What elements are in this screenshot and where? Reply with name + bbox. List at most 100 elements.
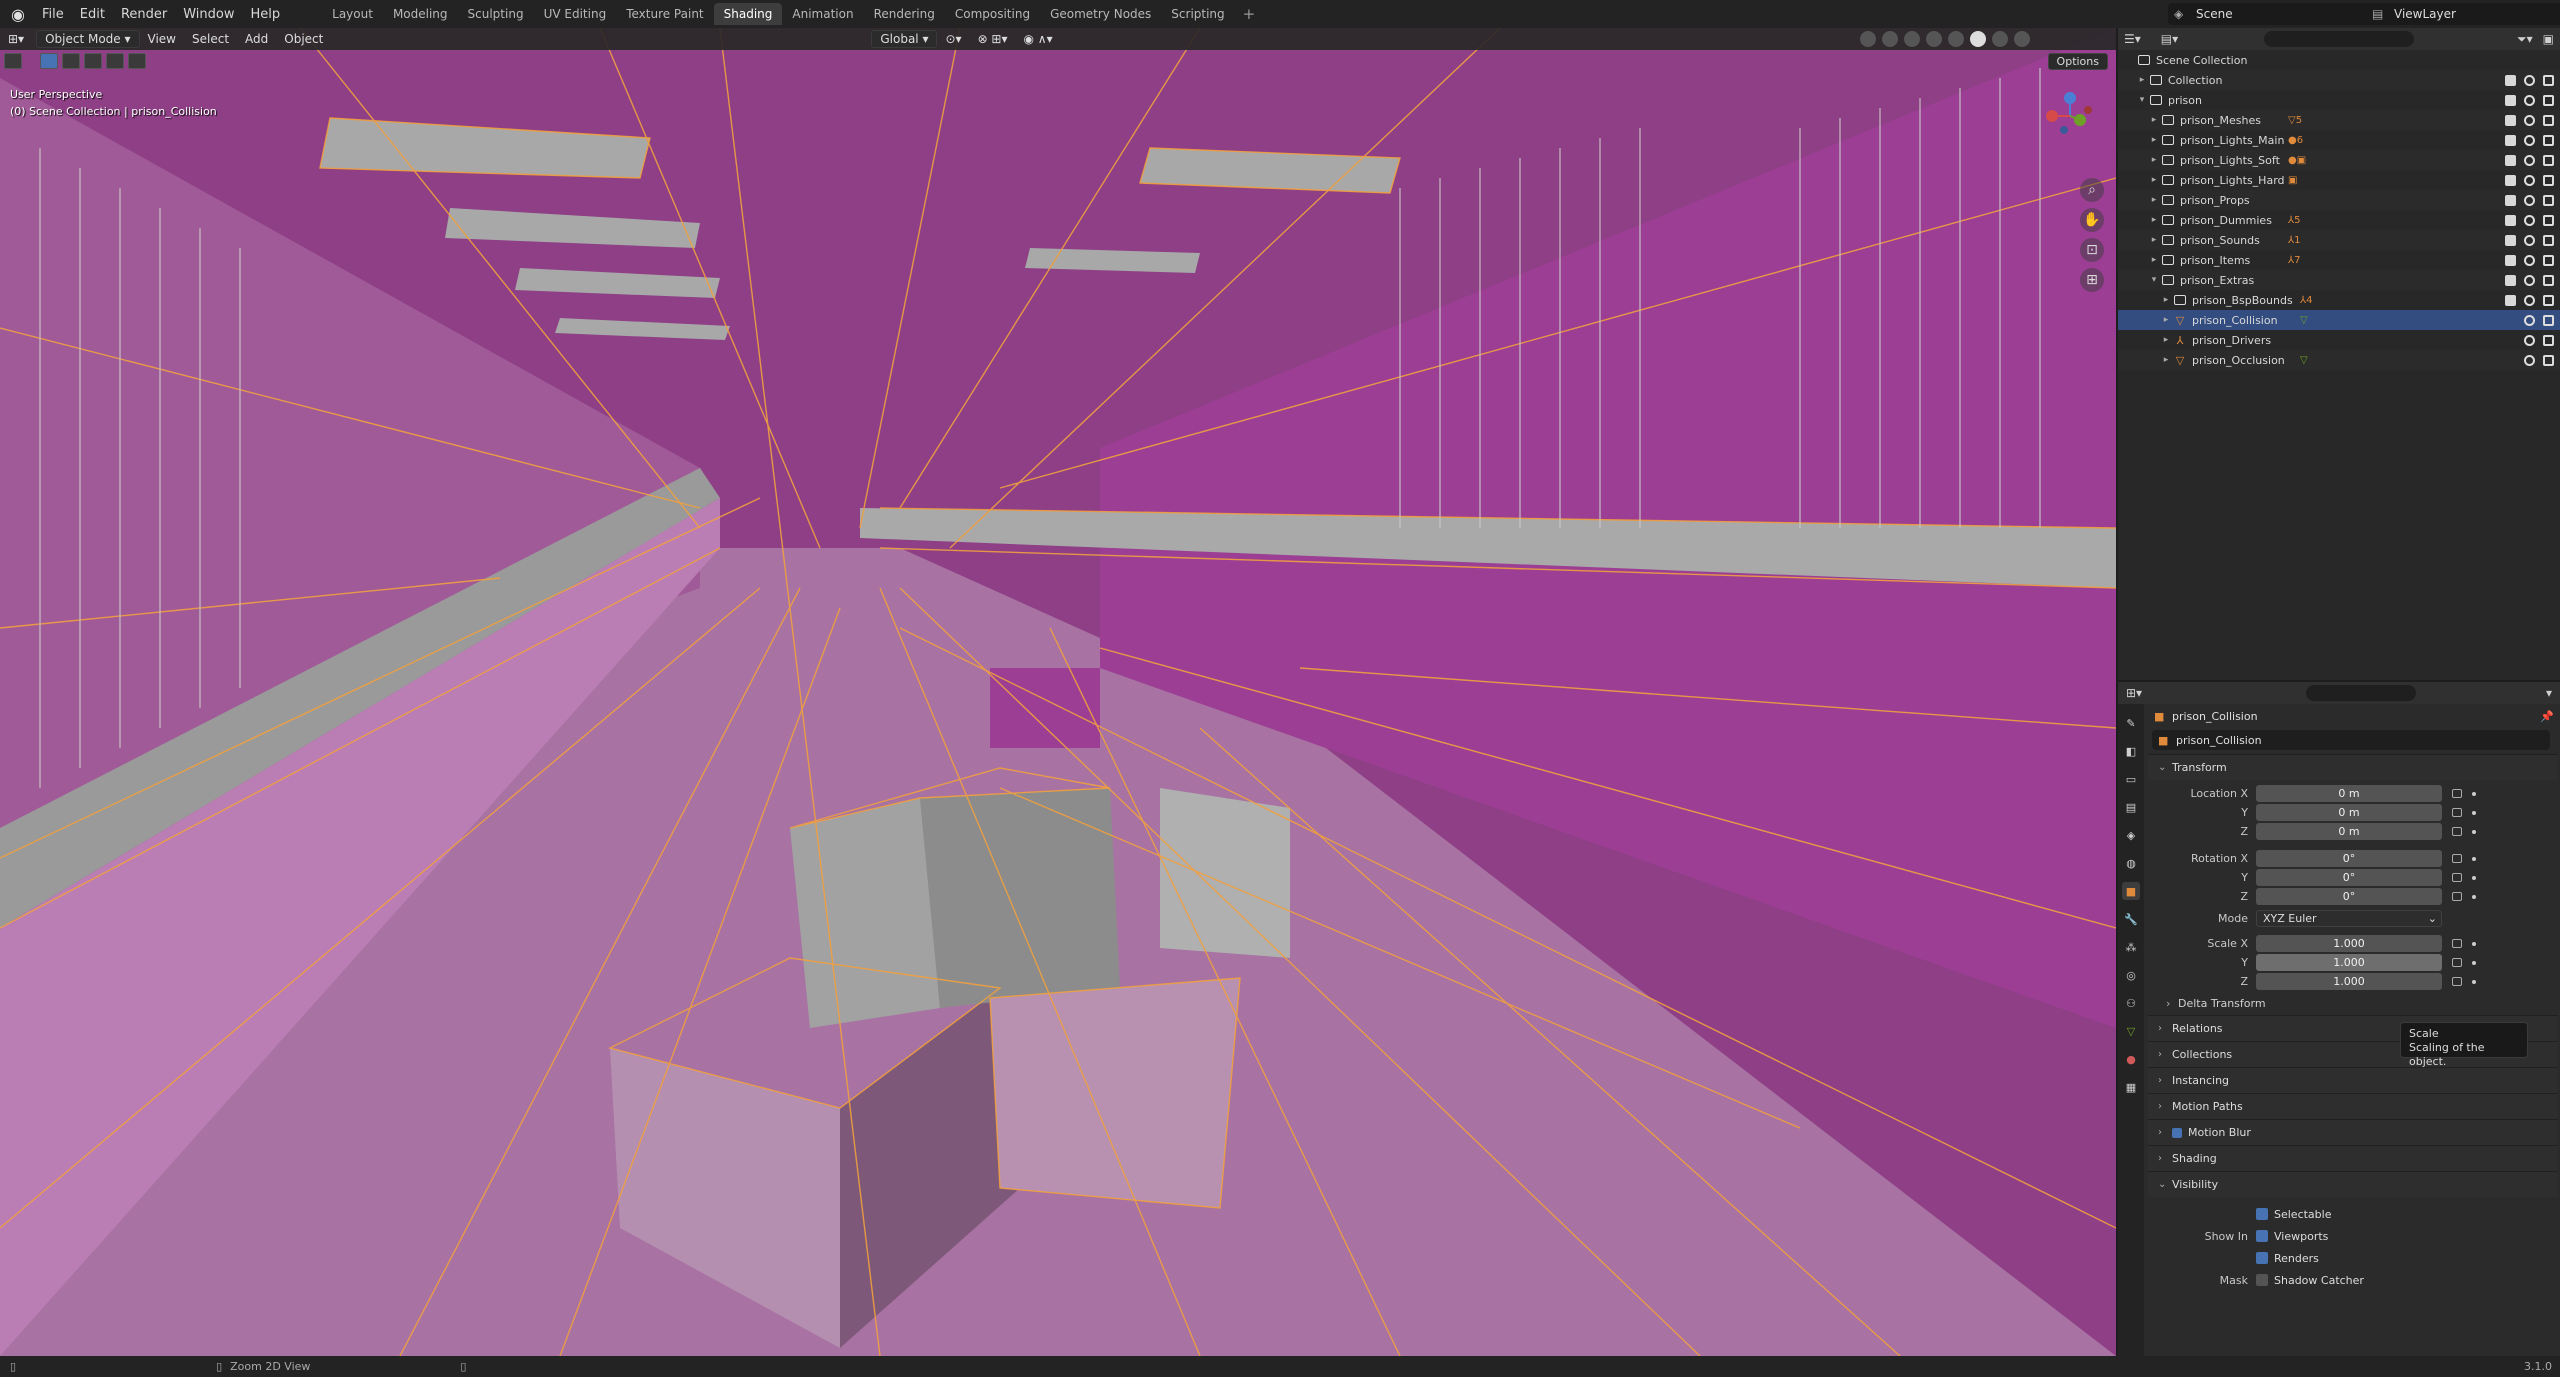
expand-right-icon[interactable]: ▸ <box>2148 195 2160 205</box>
add-menu[interactable]: Add <box>237 30 276 48</box>
outliner-row[interactable]: ▸ prison_Meshes ▽5 <box>2118 110 2560 130</box>
menu-edit[interactable]: Edit <box>72 7 113 22</box>
overlay-icon[interactable] <box>1904 31 1920 47</box>
lock-icon[interactable] <box>2452 827 2462 836</box>
eye-icon[interactable] <box>2524 274 2535 286</box>
outliner-row[interactable]: ▸ ▽ prison_Collision ▽ <box>2118 310 2560 330</box>
select-subtract-icon[interactable] <box>84 53 102 69</box>
eye-icon[interactable] <box>2524 254 2535 266</box>
outliner-row[interactable]: ▸ Collection <box>2118 70 2560 90</box>
exclude-checkbox[interactable] <box>2505 274 2516 286</box>
render-camera-icon[interactable] <box>2543 94 2554 106</box>
view-layer-tab-icon[interactable]: ▤ <box>2122 798 2140 816</box>
outliner-row[interactable]: ▸ prison_Lights_Main ●6 <box>2118 130 2560 150</box>
exclude-checkbox[interactable] <box>2505 194 2516 206</box>
renders-checkbox[interactable] <box>2256 1252 2268 1264</box>
eye-icon[interactable] <box>2524 174 2535 186</box>
perspective-toggle-icon[interactable]: ⊞ <box>2080 268 2104 292</box>
render-camera-icon[interactable] <box>2543 114 2554 126</box>
eye-icon[interactable] <box>2524 294 2535 306</box>
keyframe-dot-icon[interactable] <box>2472 960 2476 965</box>
keyframe-dot-icon[interactable] <box>2472 875 2476 880</box>
outliner-row[interactable]: ▸ prison_Lights_Hard ▣ <box>2118 170 2560 190</box>
snap-icon[interactable]: ⊗ ⊞▾ <box>970 30 1016 48</box>
exclude-checkbox[interactable] <box>2505 254 2516 266</box>
motion-blur-checkbox[interactable] <box>2172 1127 2182 1138</box>
scene-selector[interactable]: ◈ Scene <box>2168 3 2388 25</box>
visibility-icon[interactable] <box>1860 31 1876 47</box>
tab-modeling[interactable]: Modeling <box>383 3 458 25</box>
rotation-x-field[interactable]: 0° <box>2256 850 2442 867</box>
keyframe-dot-icon[interactable] <box>2472 979 2476 984</box>
properties-editor-type-icon[interactable]: ⊞▾ <box>2126 686 2142 700</box>
data-tab-icon[interactable]: ▽ <box>2122 1022 2140 1040</box>
shadow-catcher-checkbox[interactable] <box>2256 1274 2268 1286</box>
tab-geometry-nodes[interactable]: Geometry Nodes <box>1040 3 1161 25</box>
expand-right-icon[interactable]: ▸ <box>2160 355 2172 365</box>
exclude-checkbox[interactable] <box>2505 74 2516 86</box>
motion-blur-panel-header[interactable]: › Motion Blur <box>2148 1119 2558 1145</box>
exclude-checkbox[interactable] <box>2505 94 2516 106</box>
outliner-row[interactable]: ▸ prison_Sounds ⅄1 <box>2118 230 2560 250</box>
expand-right-icon[interactable]: ▸ <box>2148 175 2160 185</box>
outliner-row[interactable]: ▸ prison_Dummies ⅄5 <box>2118 210 2560 230</box>
solid-shading-icon[interactable] <box>1970 31 1986 47</box>
viewports-checkbox[interactable] <box>2256 1230 2268 1242</box>
expand-right-icon[interactable]: ▸ <box>2148 235 2160 245</box>
eye-icon[interactable] <box>2524 74 2535 86</box>
filter-icon[interactable]: ⏷▾ <box>2517 32 2533 47</box>
constraints-tab-icon[interactable]: ⚇ <box>2122 994 2140 1012</box>
zoom-icon[interactable]: ⌕ <box>2080 178 2104 202</box>
menu-render[interactable]: Render <box>113 7 175 22</box>
lock-icon[interactable] <box>2452 958 2462 967</box>
expand-down-icon[interactable]: ▾ <box>2148 275 2160 285</box>
select-tool-icon[interactable] <box>4 53 22 69</box>
camera-view-icon[interactable]: ⊡ <box>2080 238 2104 262</box>
exclude-checkbox[interactable] <box>2505 134 2516 146</box>
outliner-editor-type-icon[interactable]: ☰▾ <box>2124 32 2141 46</box>
tab-animation[interactable]: Animation <box>782 3 863 25</box>
render-camera-icon[interactable] <box>2543 74 2554 86</box>
scale-x-field[interactable]: 1.000 <box>2256 935 2442 952</box>
expand-right-icon[interactable]: ▸ <box>2160 295 2172 305</box>
menu-file[interactable]: File <box>34 7 72 22</box>
tab-shading[interactable]: Shading <box>713 3 783 25</box>
particles-tab-icon[interactable]: ⁂ <box>2122 938 2140 956</box>
select-invert-icon[interactable] <box>106 53 124 69</box>
visibility-panel-header[interactable]: ⌄ Visibility <box>2148 1171 2558 1197</box>
expand-right-icon[interactable]: ▸ <box>2160 335 2172 345</box>
wireframe-shading-icon[interactable] <box>1948 31 1964 47</box>
properties-search-input[interactable] <box>2306 685 2417 701</box>
scene-tab-icon[interactable]: ◈ <box>2122 826 2140 844</box>
eye-icon[interactable] <box>2524 134 2535 146</box>
exclude-checkbox[interactable] <box>2505 154 2516 166</box>
outliner-row[interactable]: ▸ ⅄ prison_Drivers <box>2118 330 2560 350</box>
select-intersect-icon[interactable] <box>128 53 146 69</box>
texture-tab-icon[interactable]: ▦ <box>2122 1078 2140 1096</box>
rendered-shading-icon[interactable] <box>2014 31 2030 47</box>
view-layer-selector[interactable]: ▤ ViewLayer <box>2366 3 2560 25</box>
render-camera-icon[interactable] <box>2543 154 2554 166</box>
expand-right-icon[interactable]: ▸ <box>2148 155 2160 165</box>
delta-transform-header[interactable]: › Delta Transform <box>2148 991 2558 1015</box>
render-camera-icon[interactable] <box>2543 174 2554 186</box>
select-extend-icon[interactable] <box>62 53 80 69</box>
outliner-row[interactable]: ▸ prison_BspBounds ⅄4 <box>2118 290 2560 310</box>
location-z-field[interactable]: 0 m <box>2256 823 2442 840</box>
select-menu[interactable]: Select <box>184 30 237 48</box>
output-tab-icon[interactable]: ▭ <box>2122 770 2140 788</box>
3d-viewport[interactable]: ⊞▾ Object Mode ▾ View Select Add Object … <box>0 28 2116 1356</box>
proportional-edit-icon[interactable]: ◉ ∧▾ <box>1016 30 1061 48</box>
expand-right-icon[interactable]: ▸ <box>2148 255 2160 265</box>
eye-icon[interactable] <box>2524 114 2535 126</box>
render-tab-icon[interactable]: ◧ <box>2122 742 2140 760</box>
eye-icon[interactable] <box>2524 154 2535 166</box>
rotation-y-field[interactable]: 0° <box>2256 869 2442 886</box>
editor-type-button[interactable]: ⊞▾ <box>0 30 32 48</box>
expand-right-icon[interactable]: ▸ <box>2148 215 2160 225</box>
scale-z-field[interactable]: 1.000 <box>2256 973 2442 990</box>
tab-compositing[interactable]: Compositing <box>945 3 1040 25</box>
eye-icon[interactable] <box>2524 354 2535 366</box>
shading-panel-header[interactable]: › Shading <box>2148 1145 2558 1171</box>
render-camera-icon[interactable] <box>2543 234 2554 246</box>
